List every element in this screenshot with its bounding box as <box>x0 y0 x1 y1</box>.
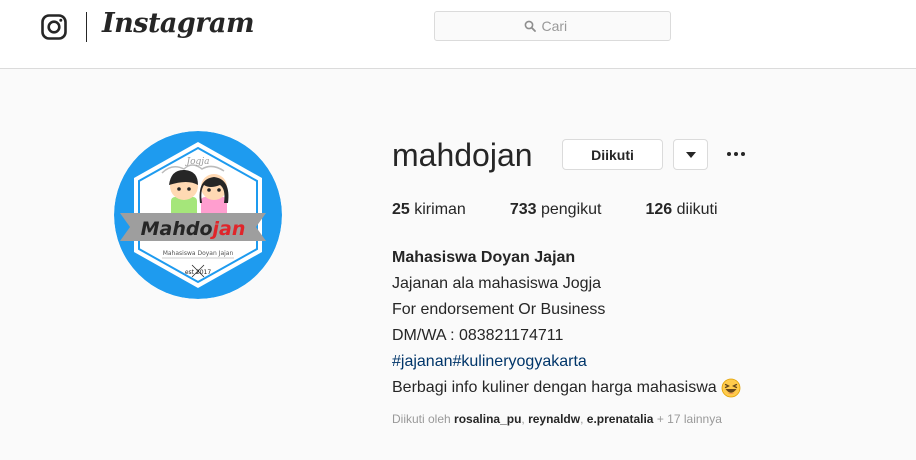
stat-followers-label: pengikut <box>540 201 602 218</box>
bio-line: For endorsement Or Business <box>392 301 606 318</box>
caret-down-icon <box>685 151 696 158</box>
avatar-tagline-text: Mahasiswa Doyan Jajan <box>163 250 234 257</box>
stat-posts: 25 kiriman <box>392 201 466 219</box>
more-options-button[interactable] <box>724 143 748 165</box>
stat-posts-label: kiriman <box>414 201 466 218</box>
bio-hashtags: #jajanan#kulineryogyakarta <box>392 349 741 375</box>
logo-divider <box>86 12 87 42</box>
followed-by-user[interactable]: rosalina_pu <box>454 412 521 426</box>
profile-stats: 25 kiriman 733 pengikut 126 diikuti <box>392 201 762 219</box>
suggestions-dropdown-button[interactable] <box>673 139 708 170</box>
followed-by-prefix: Diikuti oleh <box>392 412 451 426</box>
followed-by-more[interactable]: + 17 lainnya <box>657 412 722 426</box>
followed-by-user[interactable]: e.prenatalia <box>587 412 654 426</box>
avatar-place-text: Jogja <box>185 157 210 167</box>
profile-full-name: Mahasiswa Doyan Jajan <box>392 249 576 266</box>
more-dot-icon <box>741 152 745 156</box>
profile-bio: Mahasiswa Doyan Jajan Jajanan ala mahasi… <box>392 245 741 401</box>
instagram-camera-icon[interactable] <box>41 14 67 40</box>
bio-line: Jajanan ala mahasiswa Jogja <box>392 275 602 292</box>
instagram-wordmark[interactable]: Instagram <box>102 8 255 39</box>
stat-followers-count: 733 <box>509 201 537 218</box>
stat-following-label: diikuti <box>676 201 718 218</box>
stat-posts-count: 25 <box>392 201 410 218</box>
bio-line: Berbagi info kuliner dengan harga mahasi… <box>392 375 741 401</box>
profile-username: mahdojan <box>392 137 533 173</box>
avatar-brand-text: Mahdojan <box>141 218 246 240</box>
profile-avatar[interactable]: Jogja Mahdojan Mahasiswa Doyan Jajan est… <box>114 131 282 299</box>
followed-by-line[interactable]: Diikuti oleh rosalina_pu, reynaldw, e.pr… <box>392 412 722 426</box>
stat-following[interactable]: 126 diikuti <box>645 201 717 219</box>
bio-last-line-text: Berbagi info kuliner dengan harga mahasi… <box>392 379 717 396</box>
stat-followers[interactable]: 733 pengikut <box>510 201 602 219</box>
search-icon <box>524 20 536 32</box>
hashtag-link[interactable]: #jajanan <box>392 353 453 370</box>
top-navigation-bar: Instagram <box>0 0 916 69</box>
stat-following-count: 126 <box>645 201 673 218</box>
more-dot-icon <box>734 152 738 156</box>
avatar-est-text: est 2017 <box>185 269 212 276</box>
hashtag-link[interactable]: #kulineryogyakarta <box>453 353 587 370</box>
search-box[interactable] <box>434 11 671 41</box>
search-input[interactable] <box>541 18 582 34</box>
bio-line: DM/WA : 083821174711 <box>392 327 564 344</box>
more-dot-icon <box>727 152 731 156</box>
laughing-face-emoji-icon <box>721 378 741 398</box>
following-button[interactable]: Diikuti <box>562 139 663 170</box>
followed-by-user[interactable]: reynaldw <box>528 412 580 426</box>
